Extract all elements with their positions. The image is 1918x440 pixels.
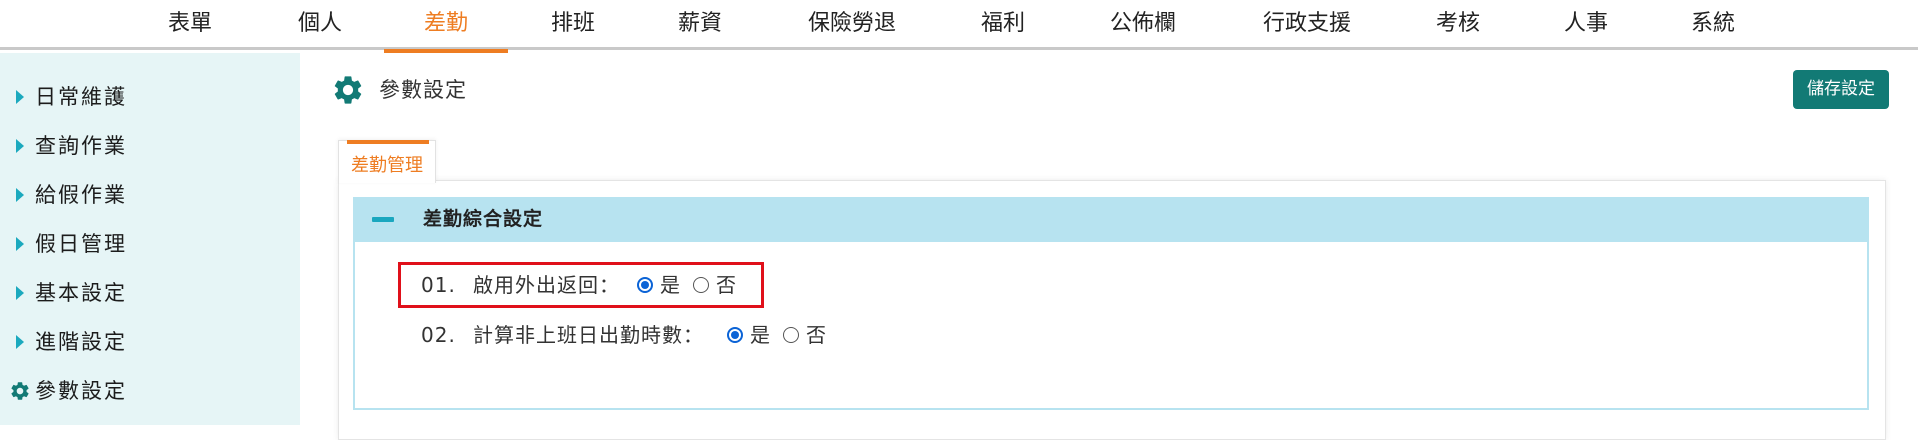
active-tab-indicator	[347, 140, 429, 144]
sidebar-item-label: 參數設定	[35, 379, 127, 403]
nav-welfare[interactable]: 福利	[963, 0, 1043, 50]
caret-right-icon	[16, 90, 24, 104]
section-title: 差勤綜合設定	[423, 208, 544, 230]
setting-label: 啟用外出返回：	[473, 273, 620, 297]
setting-number: 01.	[421, 273, 456, 297]
caret-right-icon	[16, 237, 24, 251]
sidebar-item-parameter-settings[interactable]: 參數設定	[0, 371, 300, 411]
sidebar-item-label: 給假作業	[35, 183, 127, 207]
sidebar-item-label: 查詢作業	[35, 134, 127, 158]
top-nav: 表單 個人 差勤 排班 薪資 保險勞退 福利 公佈欄 行政支援 考核 人事 系統	[0, 0, 1918, 53]
sidebar-item-daily-maintenance[interactable]: 日常維護	[0, 77, 300, 117]
nav-system[interactable]: 系統	[1673, 0, 1753, 50]
radio-yes-label: 是	[660, 273, 681, 297]
sidebar-item-advanced-settings[interactable]: 進階設定	[0, 322, 300, 362]
sidebar-item-label: 日常維護	[35, 85, 127, 109]
setting-row: 01. 啟用外出返回： 是 否	[421, 270, 781, 300]
nav-hr[interactable]: 人事	[1546, 0, 1626, 50]
nav-personal[interactable]: 個人	[280, 0, 360, 50]
setting-row: 02. 計算非上班日出勤時數： 是 否	[421, 320, 871, 350]
active-nav-indicator	[384, 49, 508, 53]
minus-icon[interactable]	[372, 217, 394, 222]
nav-admin-support[interactable]: 行政支援	[1252, 0, 1362, 50]
nav-salary[interactable]: 薪資	[660, 0, 740, 50]
sidebar-item-label: 進階設定	[35, 330, 127, 354]
nav-insurance-pension[interactable]: 保險勞退	[787, 0, 917, 50]
setting-label: 計算非上班日出勤時數：	[473, 323, 704, 347]
radio-no[interactable]	[783, 327, 799, 343]
radio-yes[interactable]	[637, 277, 653, 293]
sidebar: 日常維護 查詢作業 給假作業 假日管理 基本設定 進階設定 參數設定	[0, 53, 300, 425]
gear-icon	[334, 76, 362, 104]
nav-appraisal[interactable]: 考核	[1418, 0, 1498, 50]
sidebar-item-query[interactable]: 查詢作業	[0, 126, 300, 166]
nav-attendance[interactable]: 差勤	[384, 0, 508, 50]
radio-no-label: 否	[716, 273, 737, 297]
nav-bulletin[interactable]: 公佈欄	[1098, 0, 1188, 50]
caret-right-icon	[16, 139, 24, 153]
sidebar-item-leave-grant[interactable]: 給假作業	[0, 175, 300, 215]
radio-no[interactable]	[693, 277, 709, 293]
page-title: 參數設定	[379, 78, 467, 102]
tab-attendance-management[interactable]: 差勤管理	[338, 140, 436, 183]
caret-right-icon	[16, 286, 24, 300]
sidebar-item-label: 基本設定	[35, 281, 127, 305]
caret-right-icon	[16, 335, 24, 349]
save-settings-button[interactable]: 儲存設定	[1793, 70, 1889, 109]
section-header[interactable]: 差勤綜合設定	[353, 197, 1869, 242]
tab-label: 差勤管理	[351, 155, 423, 176]
gear-icon	[11, 382, 29, 400]
sidebar-item-label: 假日管理	[35, 232, 127, 256]
caret-right-icon	[16, 188, 24, 202]
radio-no-label: 否	[806, 323, 827, 347]
radio-yes-label: 是	[750, 323, 771, 347]
sidebar-item-holiday-management[interactable]: 假日管理	[0, 224, 300, 264]
sidebar-item-basic-settings[interactable]: 基本設定	[0, 273, 300, 313]
nav-forms[interactable]: 表單	[150, 0, 230, 50]
setting-number: 02.	[421, 323, 456, 347]
nav-shift[interactable]: 排班	[533, 0, 613, 50]
radio-yes[interactable]	[727, 327, 743, 343]
